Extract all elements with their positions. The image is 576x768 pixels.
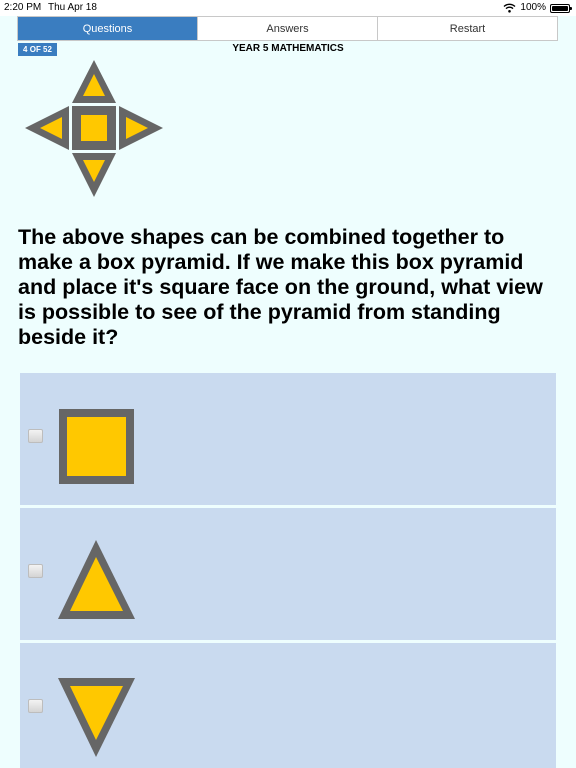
answer-list — [20, 373, 556, 768]
answer-option-triangle-up[interactable] — [20, 508, 556, 640]
subject-title: YEAR 5 MATHEMATICS — [232, 43, 344, 54]
status-date: Thu Apr 18 — [48, 2, 97, 13]
answer-option-square[interactable] — [20, 373, 556, 505]
answer-checkbox[interactable] — [28, 429, 43, 443]
net-triangle-left — [25, 106, 69, 150]
status-right: 100% — [503, 0, 572, 16]
net-triangle-right — [119, 106, 163, 150]
pyramid-net-image — [25, 60, 163, 197]
question-text: The above shapes can be combined togethe… — [18, 225, 543, 349]
triangle-down-shape — [58, 678, 135, 757]
answer-checkbox[interactable] — [28, 564, 43, 578]
wifi-icon — [503, 3, 516, 13]
net-square — [72, 106, 116, 150]
status-time: 2:20 PM — [4, 2, 42, 13]
triangle-up-shape — [58, 540, 135, 619]
net-triangle-bottom — [72, 153, 116, 197]
answer-option-triangle-down[interactable] — [20, 643, 556, 768]
segmented-tabs: Questions Answers Restart — [17, 16, 558, 41]
battery-icon — [550, 3, 572, 13]
tab-restart[interactable]: Restart — [377, 17, 557, 40]
tab-answers[interactable]: Answers — [197, 17, 377, 40]
battery-percent: 100% — [520, 2, 546, 13]
square-shape — [59, 409, 134, 484]
net-triangle-top — [72, 60, 116, 103]
answer-checkbox[interactable] — [28, 699, 43, 713]
tab-questions[interactable]: Questions — [18, 17, 197, 40]
status-bar: 2:20 PM Thu Apr 18 100% — [0, 0, 576, 16]
